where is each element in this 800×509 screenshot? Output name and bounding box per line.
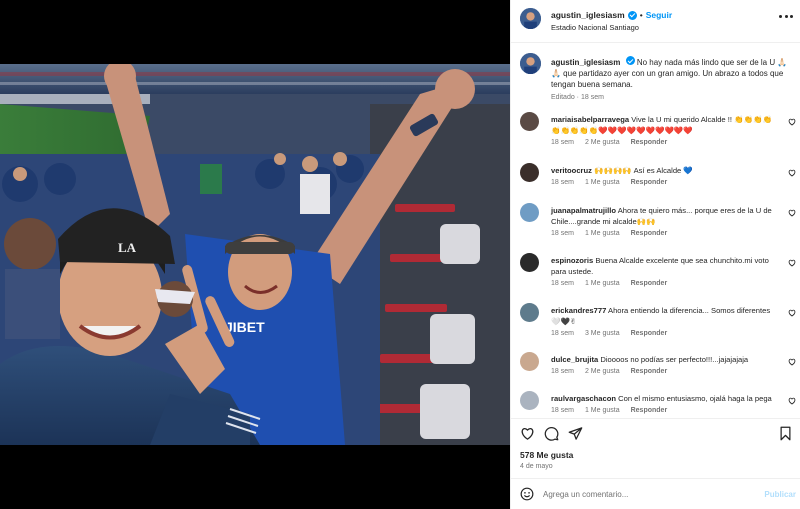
commenter-avatar[interactable]: [520, 203, 539, 222]
comments-list[interactable]: agustin_iglesiasm No hay nada más lindo …: [511, 44, 800, 418]
svg-text:LA: LA: [118, 240, 137, 255]
share-icon[interactable]: [568, 426, 583, 441]
emoji-icon[interactable]: [520, 487, 534, 501]
comment-likes[interactable]: 1 Me gusta: [585, 407, 620, 414]
post-media: U JIBET LA: [0, 0, 510, 509]
comment-likes[interactable]: 1 Me gusta: [585, 230, 620, 237]
comment-meta: 18 sem 3 Me gusta Responder: [551, 330, 678, 337]
comment-like-heart-icon[interactable]: [788, 259, 796, 267]
reply-button[interactable]: Responder: [631, 139, 668, 146]
more-options-icon[interactable]: [779, 15, 793, 19]
commenter-avatar[interactable]: [520, 163, 539, 182]
comment-time[interactable]: 18 sem: [551, 330, 574, 337]
follow-button[interactable]: Seguir: [646, 10, 672, 20]
comment-likes[interactable]: 1 Me gusta: [585, 179, 620, 186]
comment-text-block: veritoocruz 🙌🙌🙌🙌 Así es Alcalde 💙: [551, 165, 781, 176]
comment-likes[interactable]: 2 Me gusta: [585, 368, 620, 375]
verified-badge-icon: [627, 10, 637, 20]
comment-text: 🙌🙌🙌🙌 Así es Alcalde 💙: [594, 166, 693, 175]
reply-button[interactable]: Responder: [631, 179, 668, 186]
author-avatar[interactable]: [520, 8, 541, 29]
author-username[interactable]: agustin_iglesiasm: [551, 10, 625, 20]
comment-time[interactable]: 18 sem: [551, 407, 574, 414]
reply-button[interactable]: Responder: [631, 407, 668, 414]
comment-username[interactable]: veritoocruz: [551, 166, 592, 175]
comment-input[interactable]: [543, 486, 758, 502]
comment-icon[interactable]: [544, 426, 559, 441]
bookmark-icon[interactable]: [778, 426, 793, 441]
comment-like-heart-icon[interactable]: [788, 358, 796, 366]
caption-author-avatar[interactable]: [520, 53, 541, 74]
author-line: agustin_iglesiasm • Seguir: [551, 10, 672, 20]
comment-text: Con el mismo entusiasmo, ojalá haga la p…: [618, 394, 772, 403]
comment-like-heart-icon[interactable]: [788, 309, 796, 317]
svg-text:JIBET: JIBET: [225, 319, 265, 335]
caption-username[interactable]: agustin_iglesiasm: [551, 58, 620, 67]
post-photo[interactable]: U JIBET LA: [0, 64, 510, 445]
comment-like-heart-icon[interactable]: [788, 209, 796, 217]
reply-button[interactable]: Responder: [631, 230, 668, 237]
comment-meta: 18 sem 2 Me gusta Responder: [551, 139, 678, 146]
reply-button[interactable]: Responder: [631, 368, 668, 375]
commenter-avatar[interactable]: [520, 112, 539, 131]
comment-text-block: raulvargaschacon Con el mismo entusiasmo…: [551, 393, 781, 404]
comment-time[interactable]: 18 sem: [551, 368, 574, 375]
post-side-panel: agustin_iglesiasm • Seguir Estadio Nacio…: [510, 0, 800, 509]
comment-username[interactable]: raulvargaschacon: [551, 394, 616, 403]
comment-meta: 18 sem 1 Me gusta Responder: [551, 280, 678, 287]
comment-text-block: juanapalmatrujillo Ahora te quiero más..…: [551, 205, 781, 227]
comment-text-block: espinozoris Buena Alcalde excelente que …: [551, 255, 781, 277]
caption-text-block: agustin_iglesiasm No hay nada más lindo …: [551, 56, 791, 90]
comment-username[interactable]: espinozoris: [551, 256, 593, 265]
commenter-avatar[interactable]: [520, 253, 539, 272]
stadium-photo-illustration: U JIBET LA: [0, 64, 510, 445]
comment-meta: 18 sem 1 Me gusta Responder: [551, 407, 678, 414]
verified-badge-icon: [625, 56, 635, 65]
comment-likes[interactable]: 1 Me gusta: [585, 280, 620, 287]
comment-text-block: erickandres777 Ahora entiendo la diferen…: [551, 305, 781, 327]
comment-time[interactable]: 18 sem: [551, 179, 574, 186]
comment-username[interactable]: erickandres777: [551, 306, 606, 315]
comment-text-block: mariaisabelparravega Vive la U mi querid…: [551, 114, 781, 136]
comment-likes[interactable]: 2 Me gusta: [585, 139, 620, 146]
post-header: agustin_iglesiasm • Seguir Estadio Nacio…: [511, 0, 800, 43]
post-actions: 578 Me gusta 4 de mayo: [511, 418, 800, 478]
comment-text-block: dulce_brujita Dioooos no podías ser perf…: [551, 354, 781, 365]
comment-time[interactable]: 18 sem: [551, 280, 574, 287]
heart-icon[interactable]: [520, 426, 535, 441]
caption-meta: Editado · 18 sem: [551, 94, 604, 101]
reply-button[interactable]: Responder: [631, 280, 668, 287]
comment-meta: 18 sem 1 Me gusta Responder: [551, 179, 678, 186]
post-location[interactable]: Estadio Nacional Santiago: [551, 23, 639, 32]
comment-like-heart-icon[interactable]: [788, 169, 796, 177]
add-comment-bar: Publicar: [511, 478, 800, 509]
post-date[interactable]: 4 de mayo: [520, 463, 553, 470]
comment-meta: 18 sem 1 Me gusta Responder: [551, 230, 678, 237]
instagram-post-modal: U JIBET LA: [0, 0, 800, 509]
commenter-avatar[interactable]: [520, 352, 539, 371]
commenter-avatar[interactable]: [520, 391, 539, 410]
post-comment-button[interactable]: Publicar: [764, 490, 796, 499]
reply-button[interactable]: Responder: [631, 330, 668, 337]
comment-meta: 18 sem 2 Me gusta Responder: [551, 368, 678, 375]
comment-username[interactable]: juanapalmatrujillo: [551, 206, 616, 215]
commenter-avatar[interactable]: [520, 303, 539, 322]
comment-text: Dioooos no podías ser perfecto!!!...jaja…: [600, 355, 749, 364]
likes-count[interactable]: 578 Me gusta: [520, 450, 573, 460]
comment-like-heart-icon[interactable]: [788, 397, 796, 405]
comment-username[interactable]: dulce_brujita: [551, 355, 598, 364]
comment-time[interactable]: 18 sem: [551, 139, 574, 146]
comment-time[interactable]: 18 sem: [551, 230, 574, 237]
comment-likes[interactable]: 3 Me gusta: [585, 330, 620, 337]
separator-dot: •: [639, 10, 643, 20]
comment-like-heart-icon[interactable]: [788, 118, 796, 126]
comment-username[interactable]: mariaisabelparravega: [551, 115, 629, 124]
